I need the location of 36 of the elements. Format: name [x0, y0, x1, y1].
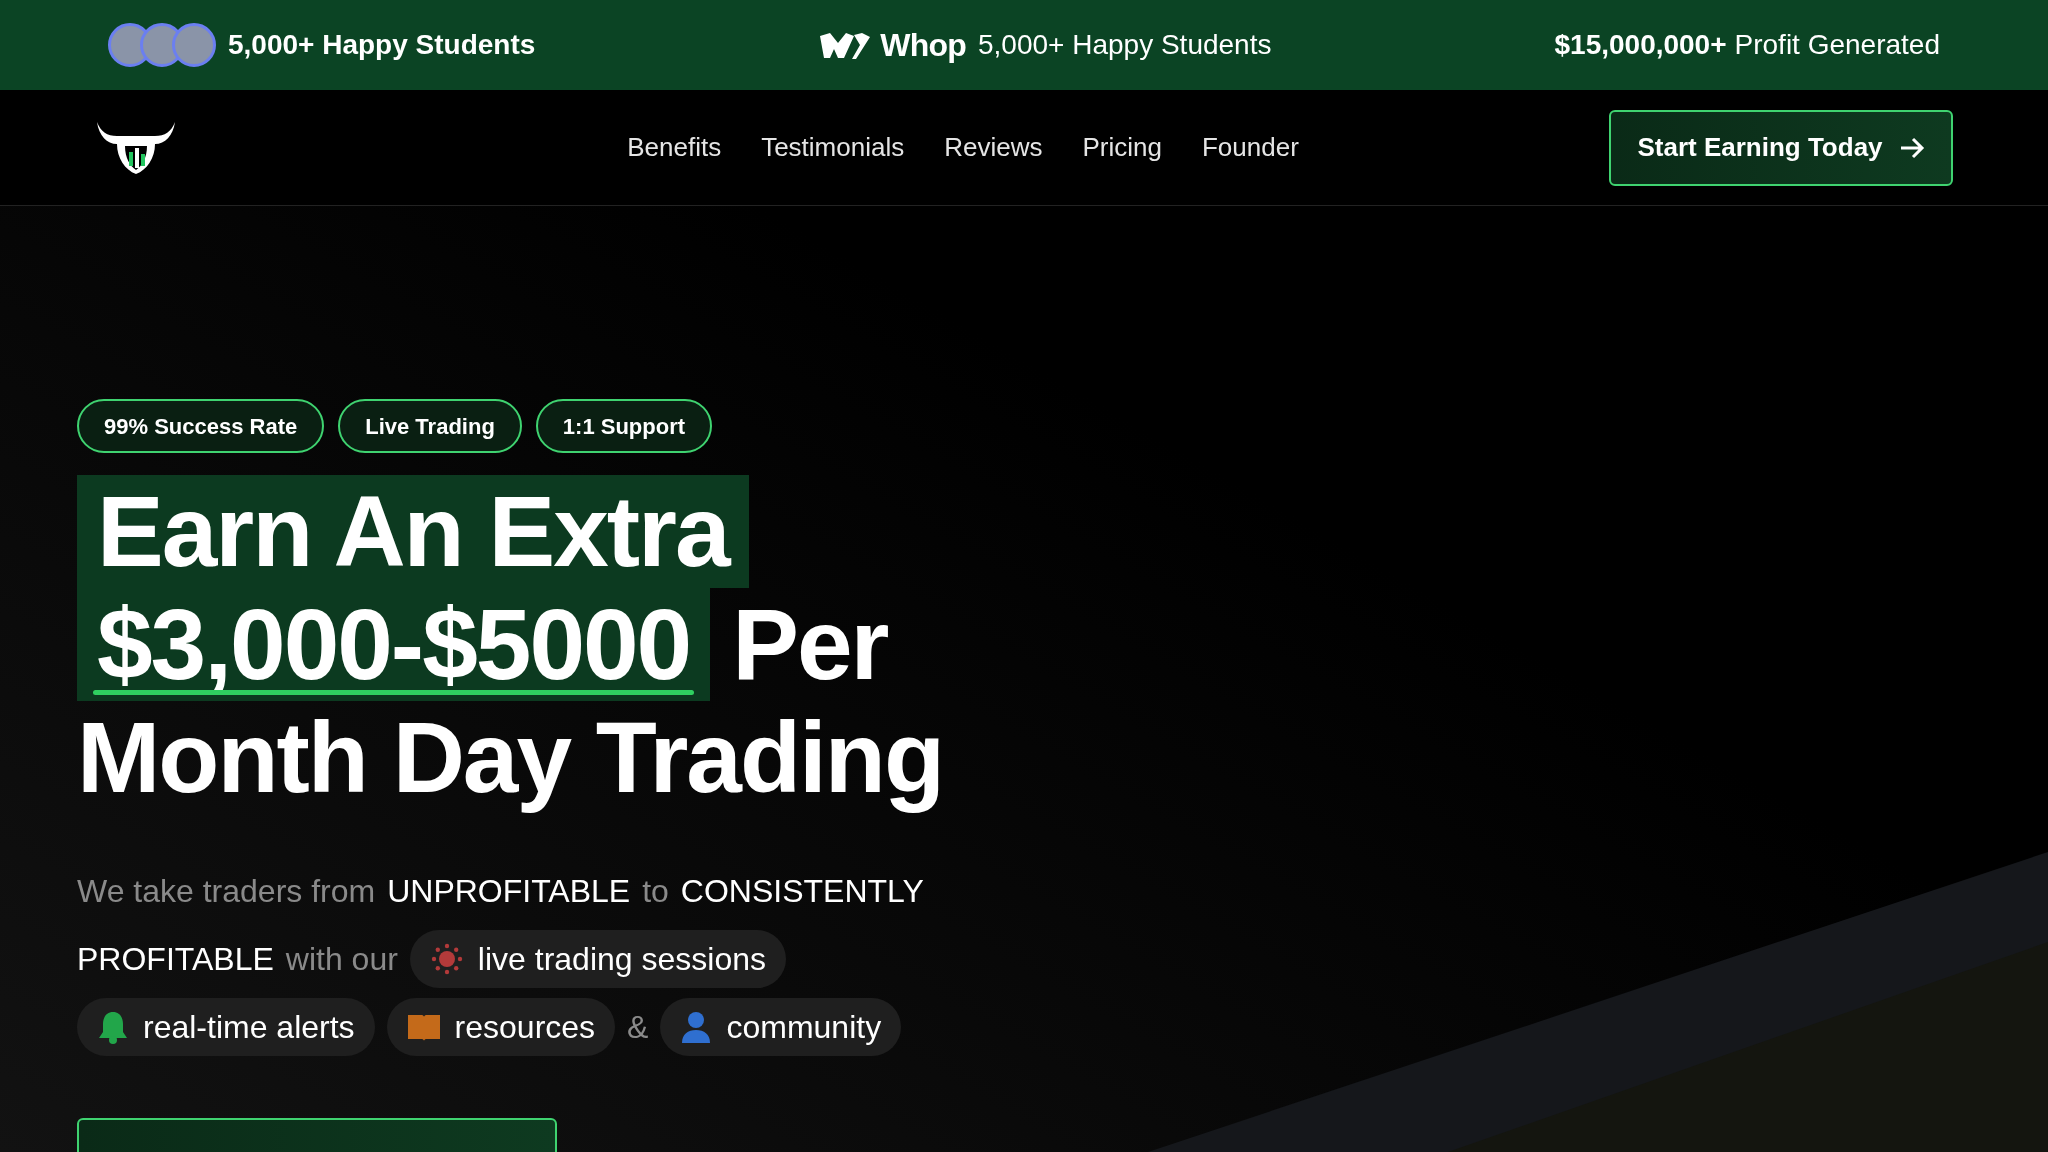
headline-text: Month Day Trading — [77, 701, 943, 814]
feature-badge: 99% Success Rate — [77, 399, 325, 453]
feature-badge: 1:1 Support — [535, 399, 713, 453]
bell-icon — [97, 1010, 129, 1044]
profit-amount: $15,000,000+ — [1554, 28, 1727, 62]
whop-logo-text: Whop — [880, 26, 966, 65]
feature-pill: live trading sessions — [409, 930, 786, 988]
feature-badge: Live Trading — [338, 399, 522, 453]
arrow-right-icon — [1898, 136, 1925, 159]
headline-text: $3,000-$5000 — [77, 588, 711, 701]
nav-link[interactable]: Founder — [1201, 128, 1299, 167]
profit-label: Profit Generated — [1734, 28, 1940, 62]
sun-icon — [429, 942, 464, 976]
start-earning-button[interactable]: Start Earning Today — [1609, 109, 1953, 186]
description-text: to — [642, 872, 669, 911]
whop-students-text: 5,000+ Happy Students — [978, 28, 1272, 62]
description-text: UNPROFITABLE — [387, 872, 631, 911]
feature-pill: real-time alerts — [77, 998, 375, 1056]
description-text: & — [627, 1008, 649, 1047]
avatar — [172, 23, 216, 67]
feature-pill: resources — [386, 998, 616, 1056]
description-text: with our — [285, 940, 398, 979]
description-text: PROFITABLE — [77, 940, 274, 979]
headline-text: Per — [732, 588, 888, 701]
nav-link[interactable]: Benefits — [627, 128, 722, 167]
headline-text: Earn An Extra — [77, 475, 749, 588]
whop-logo-icon — [818, 30, 873, 60]
students-count: 5,000+ Happy Students — [228, 28, 536, 62]
book-icon — [406, 1012, 441, 1042]
feature-pill: community — [660, 998, 902, 1056]
nav-link[interactable]: Testimonials — [761, 128, 905, 167]
person-icon — [680, 1010, 713, 1044]
description-text: CONSISTENTLY — [680, 872, 924, 911]
nav-link[interactable]: Reviews — [944, 128, 1043, 167]
nav-link[interactable]: Pricing — [1082, 128, 1162, 167]
description-text: We take traders from — [77, 872, 376, 911]
